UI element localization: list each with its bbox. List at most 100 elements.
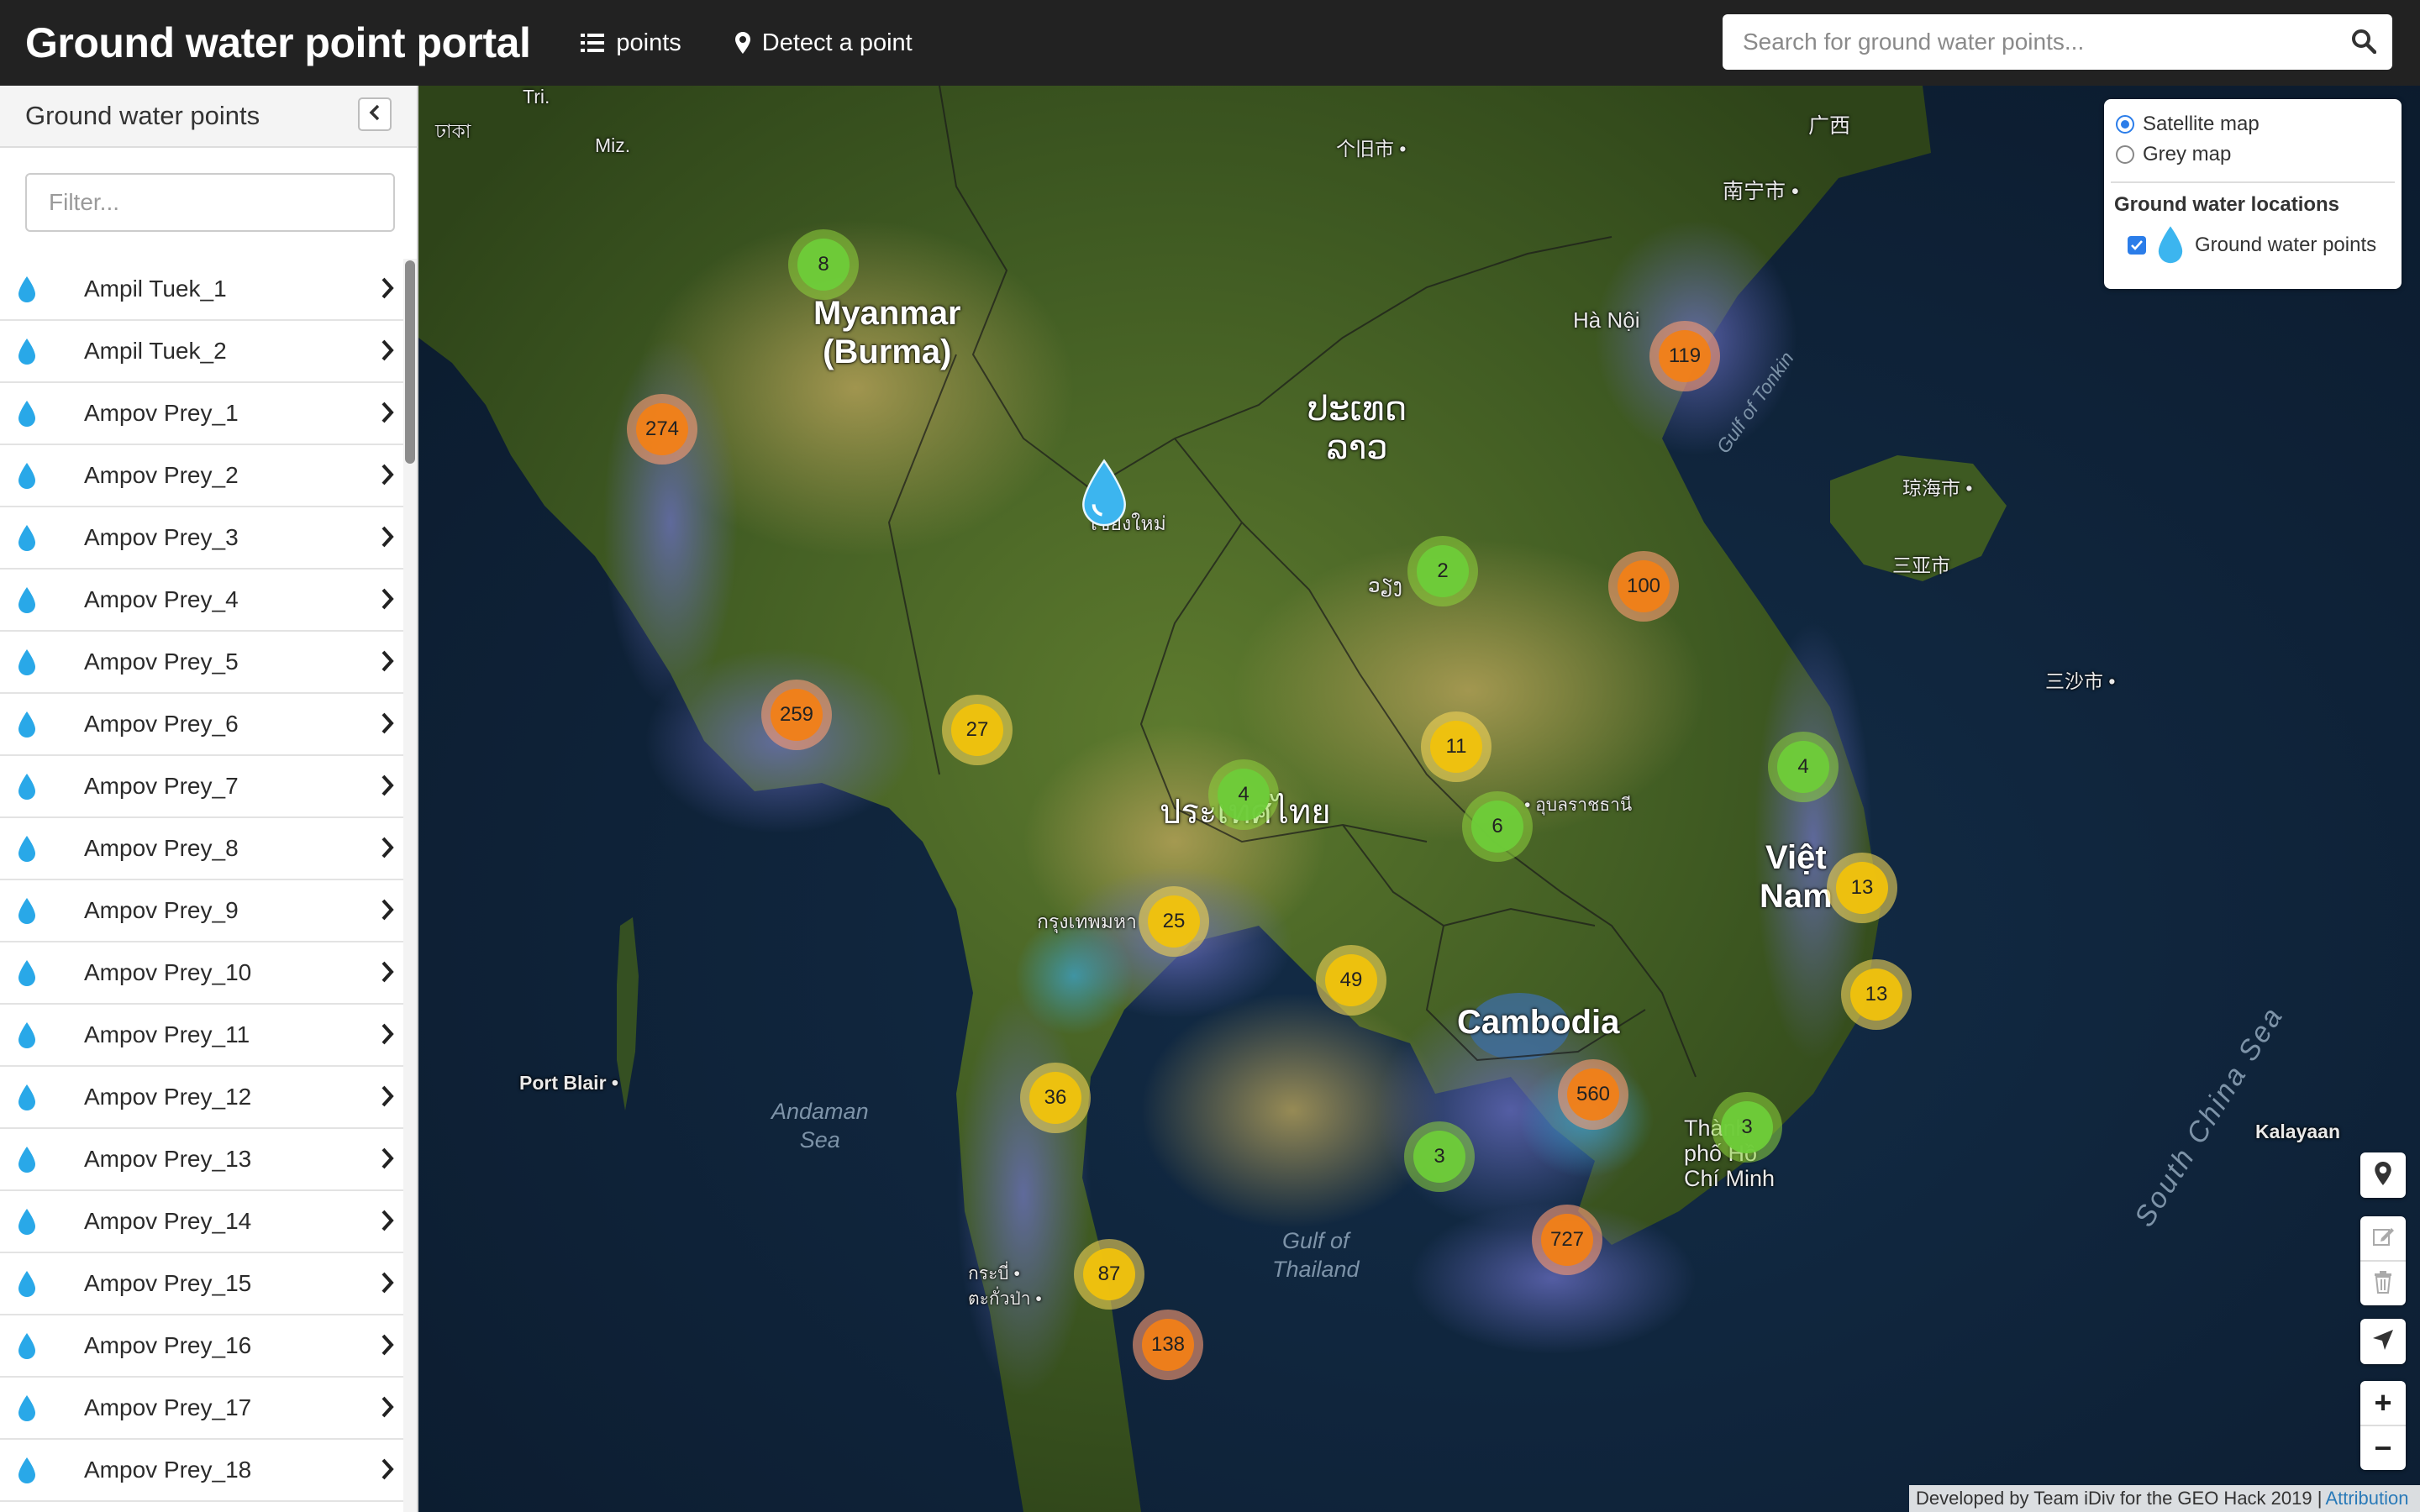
country-label-cambodia: Cambodia <box>1457 1004 1620 1041</box>
water-drop-icon <box>17 1208 37 1241</box>
overlay-label: Ground water points <box>2195 234 2377 256</box>
list-item-label: Ampov Prey_10 <box>84 959 252 985</box>
water-drop-icon <box>17 773 37 806</box>
water-drop-icon <box>17 1332 37 1365</box>
city-label-bangkok: กรุงเทพมหา <box>1037 911 1137 932</box>
marker-cluster[interactable]: 259 <box>761 680 832 750</box>
list-item-label: Ampov Prey_17 <box>84 1394 252 1420</box>
city-label-sanya: 三亚市 <box>1892 554 1950 576</box>
cluster-count: 8 <box>797 239 850 291</box>
zoom-in-button[interactable]: + <box>2360 1381 2406 1425</box>
zoom-control: + − <box>2360 1381 2406 1470</box>
marker-cluster[interactable]: 27 <box>942 695 1013 765</box>
country-label-myanmar: Myanmar (Burma) <box>813 295 961 370</box>
list-item[interactable]: Ampov Prey_1 <box>0 383 403 445</box>
overlay-ground-water-points[interactable]: Ground water points <box>2128 223 2376 267</box>
layer-control: Satellite map Grey map Ground water loca… <box>2104 99 2402 289</box>
base-layer-satellite[interactable]: Satellite map <box>2116 113 2260 136</box>
chevron-right-icon <box>380 525 395 553</box>
list-item[interactable]: Ampov Prey_3 <box>0 507 403 570</box>
marker-cluster[interactable]: 100 <box>1608 551 1679 622</box>
list-item[interactable]: Ampov Prey_12 <box>0 1067 403 1129</box>
cluster-count: 274 <box>636 403 688 455</box>
marker-cluster[interactable]: 4 <box>1768 732 1839 802</box>
marker-cluster[interactable]: 6 <box>1462 791 1533 862</box>
attribution-link[interactable]: Attribution <box>2325 1488 2408 1509</box>
grey-radio[interactable] <box>2116 145 2134 164</box>
water-drop-icon <box>17 897 37 930</box>
marker-cluster[interactable]: 13 <box>1827 853 1897 923</box>
list-item[interactable]: Ampil Tuek_1 <box>0 259 403 321</box>
list-item-label: Ampil Tuek_1 <box>84 276 227 302</box>
cluster-count: 4 <box>1218 769 1270 821</box>
brand-title[interactable]: Ground water point portal <box>25 18 531 67</box>
edit-icon <box>2371 1225 2395 1252</box>
nav-points-link[interactable]: points <box>581 29 681 57</box>
list-item[interactable]: Ampov Prey_17 <box>0 1378 403 1440</box>
water-drop-icon <box>17 400 37 433</box>
marker-cluster[interactable]: 49 <box>1316 945 1386 1016</box>
edit-button[interactable] <box>2360 1216 2406 1260</box>
overlay-checkbox[interactable] <box>2128 236 2146 255</box>
marker-cluster[interactable]: 560 <box>1558 1059 1628 1130</box>
filter-input[interactable] <box>25 173 395 232</box>
marker-cluster[interactable]: 119 <box>1649 321 1720 391</box>
marker-cluster[interactable]: 4 <box>1208 759 1279 830</box>
zoom-out-button[interactable]: − <box>2360 1425 2406 1470</box>
chevron-right-icon <box>380 960 395 988</box>
list-item[interactable]: Ampov Prey_13 <box>0 1129 403 1191</box>
marker-cluster[interactable]: 25 <box>1139 886 1209 957</box>
marker-cluster[interactable]: 87 <box>1074 1239 1144 1310</box>
marker-cluster[interactable]: 727 <box>1532 1205 1602 1275</box>
list-item[interactable]: Ampov Prey_10 <box>0 942 403 1005</box>
marker-cluster[interactable]: 274 <box>627 394 697 465</box>
list-item[interactable]: Ampov Prey_15 <box>0 1253 403 1315</box>
marker-cluster[interactable]: 13 <box>1841 959 1912 1030</box>
marker-cluster[interactable]: 138 <box>1133 1310 1203 1380</box>
list-item[interactable]: Ampov Prey_16 <box>0 1315 403 1378</box>
chevron-right-icon <box>380 711 395 739</box>
marker-cluster[interactable]: 3 <box>1404 1121 1475 1192</box>
marker-cluster[interactable]: 11 <box>1421 711 1491 782</box>
list-item[interactable]: Ampov Prey_6 <box>0 694 403 756</box>
map-view[interactable]: Myanmar (Burma) ປະເທດ ລາວ ประเทศไทย Camb… <box>418 86 2420 1512</box>
list-item[interactable]: Ampov Prey_18 <box>0 1440 403 1502</box>
marker-cluster[interactable]: 8 <box>788 229 859 300</box>
country-label-laos: ປະເທດ ລາວ <box>1307 391 1407 466</box>
cluster-count: 87 <box>1083 1248 1135 1300</box>
locate-marker-button[interactable] <box>2360 1152 2406 1198</box>
locate-me-button[interactable] <box>2360 1319 2406 1364</box>
list-item[interactable]: Ampov Prey_9 <box>0 880 403 942</box>
marker-cluster[interactable]: 36 <box>1020 1063 1091 1133</box>
satellite-radio[interactable] <box>2116 115 2134 134</box>
list-item[interactable]: Ampov Prey_4 <box>0 570 403 632</box>
cluster-count: 2 <box>1417 545 1469 597</box>
list-item[interactable]: Ampov Prey_5 <box>0 632 403 694</box>
list-item[interactable]: Ampov Prey_8 <box>0 818 403 880</box>
nav-detect-link[interactable]: Detect a point <box>734 29 913 57</box>
water-drop-icon <box>17 338 37 370</box>
delete-button[interactable] <box>2360 1260 2406 1305</box>
water-point-marker[interactable] <box>1079 459 1129 533</box>
list-item[interactable]: Ampov Prey_11 <box>0 1005 403 1067</box>
list-item[interactable]: Ampov Prey_14 <box>0 1191 403 1253</box>
search-icon <box>2351 29 2377 58</box>
marker-cluster[interactable]: 2 <box>1407 536 1478 606</box>
list-item[interactable]: Ampil Tuek_2 <box>0 321 403 383</box>
list-item[interactable]: Ampov Prey_7 <box>0 756 403 818</box>
water-drop-icon <box>2156 223 2185 267</box>
water-drop-icon <box>17 835 37 868</box>
water-drop-icon <box>1079 459 1129 533</box>
base-layer-grey[interactable]: Grey map <box>2116 143 2231 166</box>
water-drop-icon <box>17 648 37 681</box>
collapse-sidebar-button[interactable] <box>358 97 392 131</box>
filter-wrap <box>0 148 417 260</box>
sea-label-andaman: Andaman Sea <box>771 1099 869 1152</box>
list-item[interactable]: Ampov Prey_2 <box>0 445 403 507</box>
sidebar-scrollbar-thumb[interactable] <box>405 260 415 464</box>
search-input[interactable] <box>1723 14 2336 70</box>
marker-cluster[interactable]: 3 <box>1712 1092 1782 1163</box>
list-item-label: Ampov Prey_7 <box>84 773 239 799</box>
water-drop-icon <box>17 1146 37 1179</box>
search-button[interactable] <box>2347 26 2381 60</box>
